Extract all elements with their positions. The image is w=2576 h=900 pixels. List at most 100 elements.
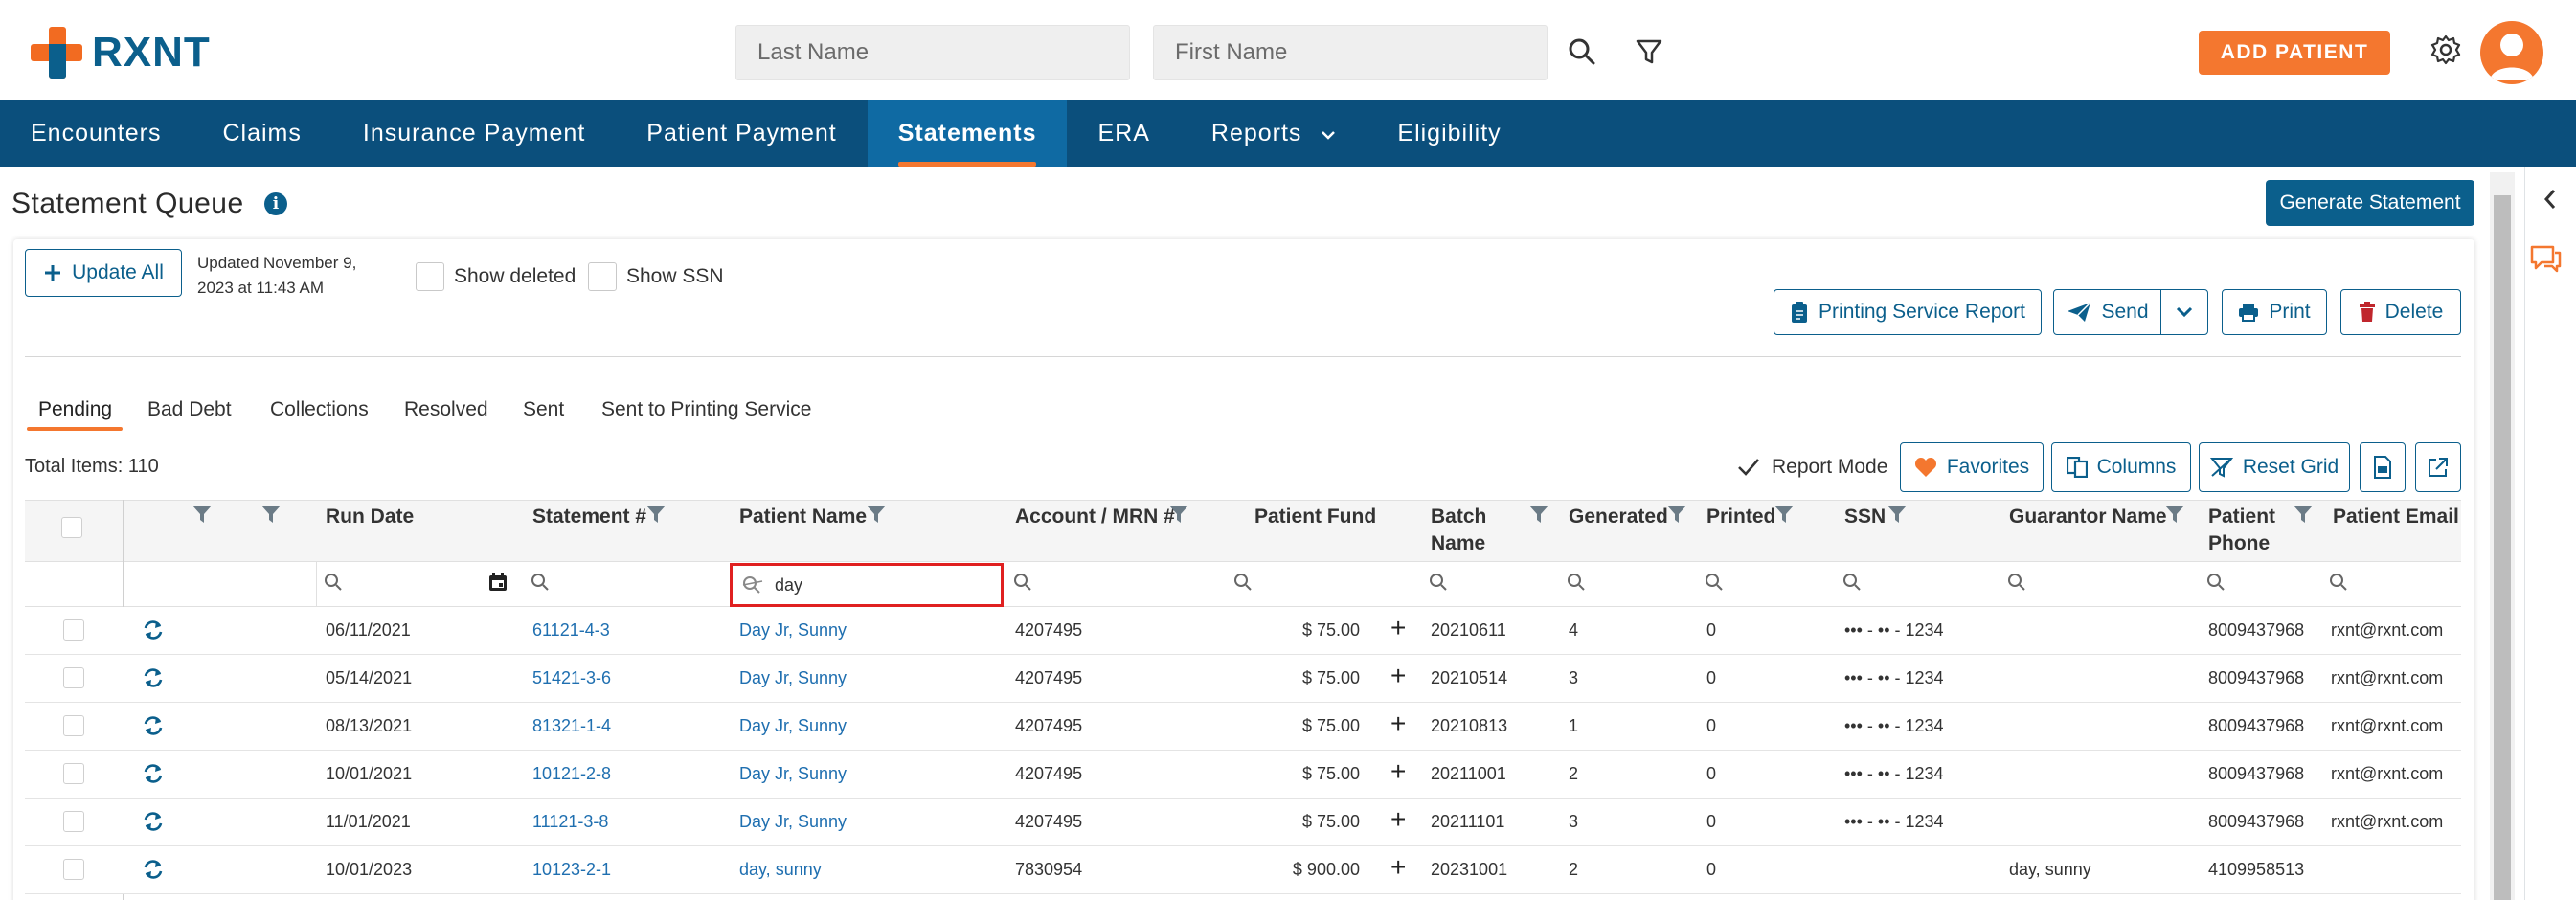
col-account-mrn[interactable]: Account / MRN # (1015, 504, 1175, 530)
row-checkbox[interactable] (63, 811, 84, 832)
search-icon[interactable] (2329, 573, 2348, 592)
calendar-icon[interactable] (488, 573, 508, 592)
settings-gear-icon[interactable] (2429, 33, 2463, 67)
column-filter-icon[interactable] (1168, 504, 1189, 525)
row-checkbox[interactable] (63, 715, 84, 736)
select-all-checkbox[interactable] (61, 517, 82, 538)
send-button[interactable]: Send (2053, 289, 2162, 335)
col-statement[interactable]: Statement # (532, 504, 646, 530)
tab-bad-debt[interactable]: Bad Debt (147, 398, 232, 421)
add-payment-plus-icon[interactable]: + (1390, 852, 1406, 883)
collapse-chevron-left-icon[interactable] (2542, 188, 2559, 211)
col-guarantor-name[interactable]: Guarantor Name (2009, 504, 2167, 530)
nav-encounters[interactable]: Encounters (0, 100, 192, 167)
cell-patient-name-link[interactable]: Day Jr, Sunny (739, 812, 847, 832)
first-name-input[interactable] (1153, 25, 1548, 80)
add-patient-button[interactable]: ADD PATIENT (2199, 31, 2390, 75)
table-row[interactable]: 08/13/2021 81321-1-4 Day Jr, Sunny 4207495 $… (25, 703, 2461, 751)
column-filter-icon[interactable] (260, 504, 282, 525)
refresh-icon[interactable] (142, 858, 165, 881)
cell-patient-name-link[interactable]: Day Jr, Sunny (739, 668, 847, 688)
nav-claims[interactable]: Claims (192, 100, 331, 167)
search-icon[interactable] (531, 573, 550, 592)
nav-eligibility[interactable]: Eligibility (1367, 100, 1531, 167)
tab-pending[interactable]: Pending (38, 398, 112, 421)
show-deleted-checkbox[interactable] (416, 262, 444, 291)
column-filter-icon[interactable] (2164, 504, 2185, 525)
generate-statement-button[interactable]: Generate Statement (2266, 180, 2474, 226)
col-patient-email[interactable]: Patient Email (2333, 504, 2459, 530)
col-printed[interactable]: Printed (1706, 504, 1775, 530)
column-filter-icon[interactable] (192, 504, 213, 525)
favorites-button[interactable]: Favorites (1900, 442, 2044, 492)
col-generated[interactable]: Generated (1569, 504, 1668, 530)
cell-statement-link[interactable]: 11121-3-8 (532, 812, 608, 832)
search-icon[interactable] (1013, 573, 1032, 592)
column-filter-icon[interactable] (1666, 504, 1687, 525)
cell-patient-name-link[interactable]: Day Jr, Sunny (739, 620, 847, 641)
column-filter-icon[interactable] (1528, 504, 1549, 525)
show-ssn-checkbox[interactable] (588, 262, 617, 291)
cell-statement-link[interactable]: 10121-2-8 (532, 764, 611, 784)
add-payment-plus-icon[interactable]: + (1390, 756, 1406, 787)
col-patient-fund[interactable]: Patient Fund (1254, 504, 1376, 530)
nav-patient-payment[interactable]: Patient Payment (616, 100, 867, 167)
add-payment-plus-icon[interactable]: + (1390, 804, 1406, 835)
clear-filter-icon[interactable] (742, 575, 763, 595)
refresh-icon[interactable] (142, 762, 165, 785)
column-filter-icon[interactable] (645, 504, 667, 525)
add-payment-plus-icon[interactable]: + (1390, 661, 1406, 691)
search-icon[interactable] (1705, 573, 1724, 592)
table-row[interactable]: 06/11/2021 61121-4-3 Day Jr, Sunny 4207495 $… (25, 607, 2461, 655)
col-ssn[interactable]: SSN (1844, 504, 1886, 530)
column-filter-icon[interactable] (1887, 504, 1908, 525)
row-checkbox[interactable] (63, 667, 84, 688)
nav-insurance-payment[interactable]: Insurance Payment (332, 100, 616, 167)
table-row[interactable]: 10/01/2023 10123-2-1 day, sunny 7830954 $ 90… (25, 846, 2461, 894)
cell-patient-name-link[interactable]: Day Jr, Sunny (739, 764, 847, 784)
cell-statement-link[interactable]: 10123-2-1 (532, 860, 611, 880)
send-dropdown-button[interactable] (2160, 289, 2208, 335)
add-payment-plus-icon[interactable]: + (1390, 709, 1406, 739)
chat-icon[interactable] (2528, 243, 2563, 274)
tab-sent-to-printing-service[interactable]: Sent to Printing Service (601, 398, 811, 421)
refresh-icon[interactable] (142, 810, 165, 833)
column-filter-icon[interactable] (1774, 504, 1795, 525)
row-checkbox[interactable] (63, 859, 84, 880)
tab-collections[interactable]: Collections (270, 398, 369, 421)
printing-service-report-button[interactable]: Printing Service Report (1774, 289, 2042, 335)
search-icon[interactable] (1429, 573, 1448, 592)
search-icon[interactable] (1567, 573, 1586, 592)
cell-statement-link[interactable]: 81321-1-4 (532, 716, 611, 736)
column-filter-icon[interactable] (2293, 504, 2314, 525)
nav-statements[interactable]: Statements (867, 100, 1068, 167)
search-icon[interactable] (1233, 573, 1253, 592)
search-icon[interactable] (1565, 34, 1599, 69)
tab-resolved[interactable]: Resolved (404, 398, 488, 421)
patient-name-filter-input[interactable]: day (730, 563, 1004, 607)
col-patient-name[interactable]: Patient Name (739, 504, 867, 530)
col-run-date[interactable]: Run Date (326, 504, 414, 530)
col-patient-phone[interactable]: Patient Phone (2208, 504, 2285, 557)
cell-statement-link[interactable]: 61121-4-3 (532, 620, 610, 641)
row-checkbox[interactable] (63, 763, 84, 784)
refresh-icon[interactable] (142, 714, 165, 737)
table-row[interactable]: 10/01/2021 10121-2-8 Day Jr, Sunny 4207495 $… (25, 751, 2461, 799)
search-icon[interactable] (2007, 573, 2026, 592)
export-csv-button[interactable] (2360, 442, 2406, 492)
nav-era[interactable]: ERA (1067, 100, 1180, 167)
scrollbar-thumb[interactable] (2494, 195, 2511, 900)
print-button[interactable]: Print (2222, 289, 2327, 335)
search-icon[interactable] (2206, 573, 2226, 592)
open-external-button[interactable] (2415, 442, 2461, 492)
col-batch-name[interactable]: Batch Name (1431, 504, 1517, 557)
cell-patient-name-link[interactable]: day, sunny (739, 860, 822, 880)
reset-grid-button[interactable]: Reset Grid (2199, 442, 2350, 492)
table-row[interactable]: 11/01/2021 11121-3-8 Day Jr, Sunny 4207495 $… (25, 799, 2461, 846)
cell-statement-link[interactable]: 51421-3-6 (532, 668, 611, 688)
refresh-icon[interactable] (142, 619, 165, 641)
nav-reports[interactable]: Reports (1181, 100, 1367, 167)
rxnt-logo[interactable]: RXNT (31, 27, 211, 79)
filter-icon[interactable] (1632, 34, 1666, 69)
search-icon[interactable] (324, 573, 343, 592)
